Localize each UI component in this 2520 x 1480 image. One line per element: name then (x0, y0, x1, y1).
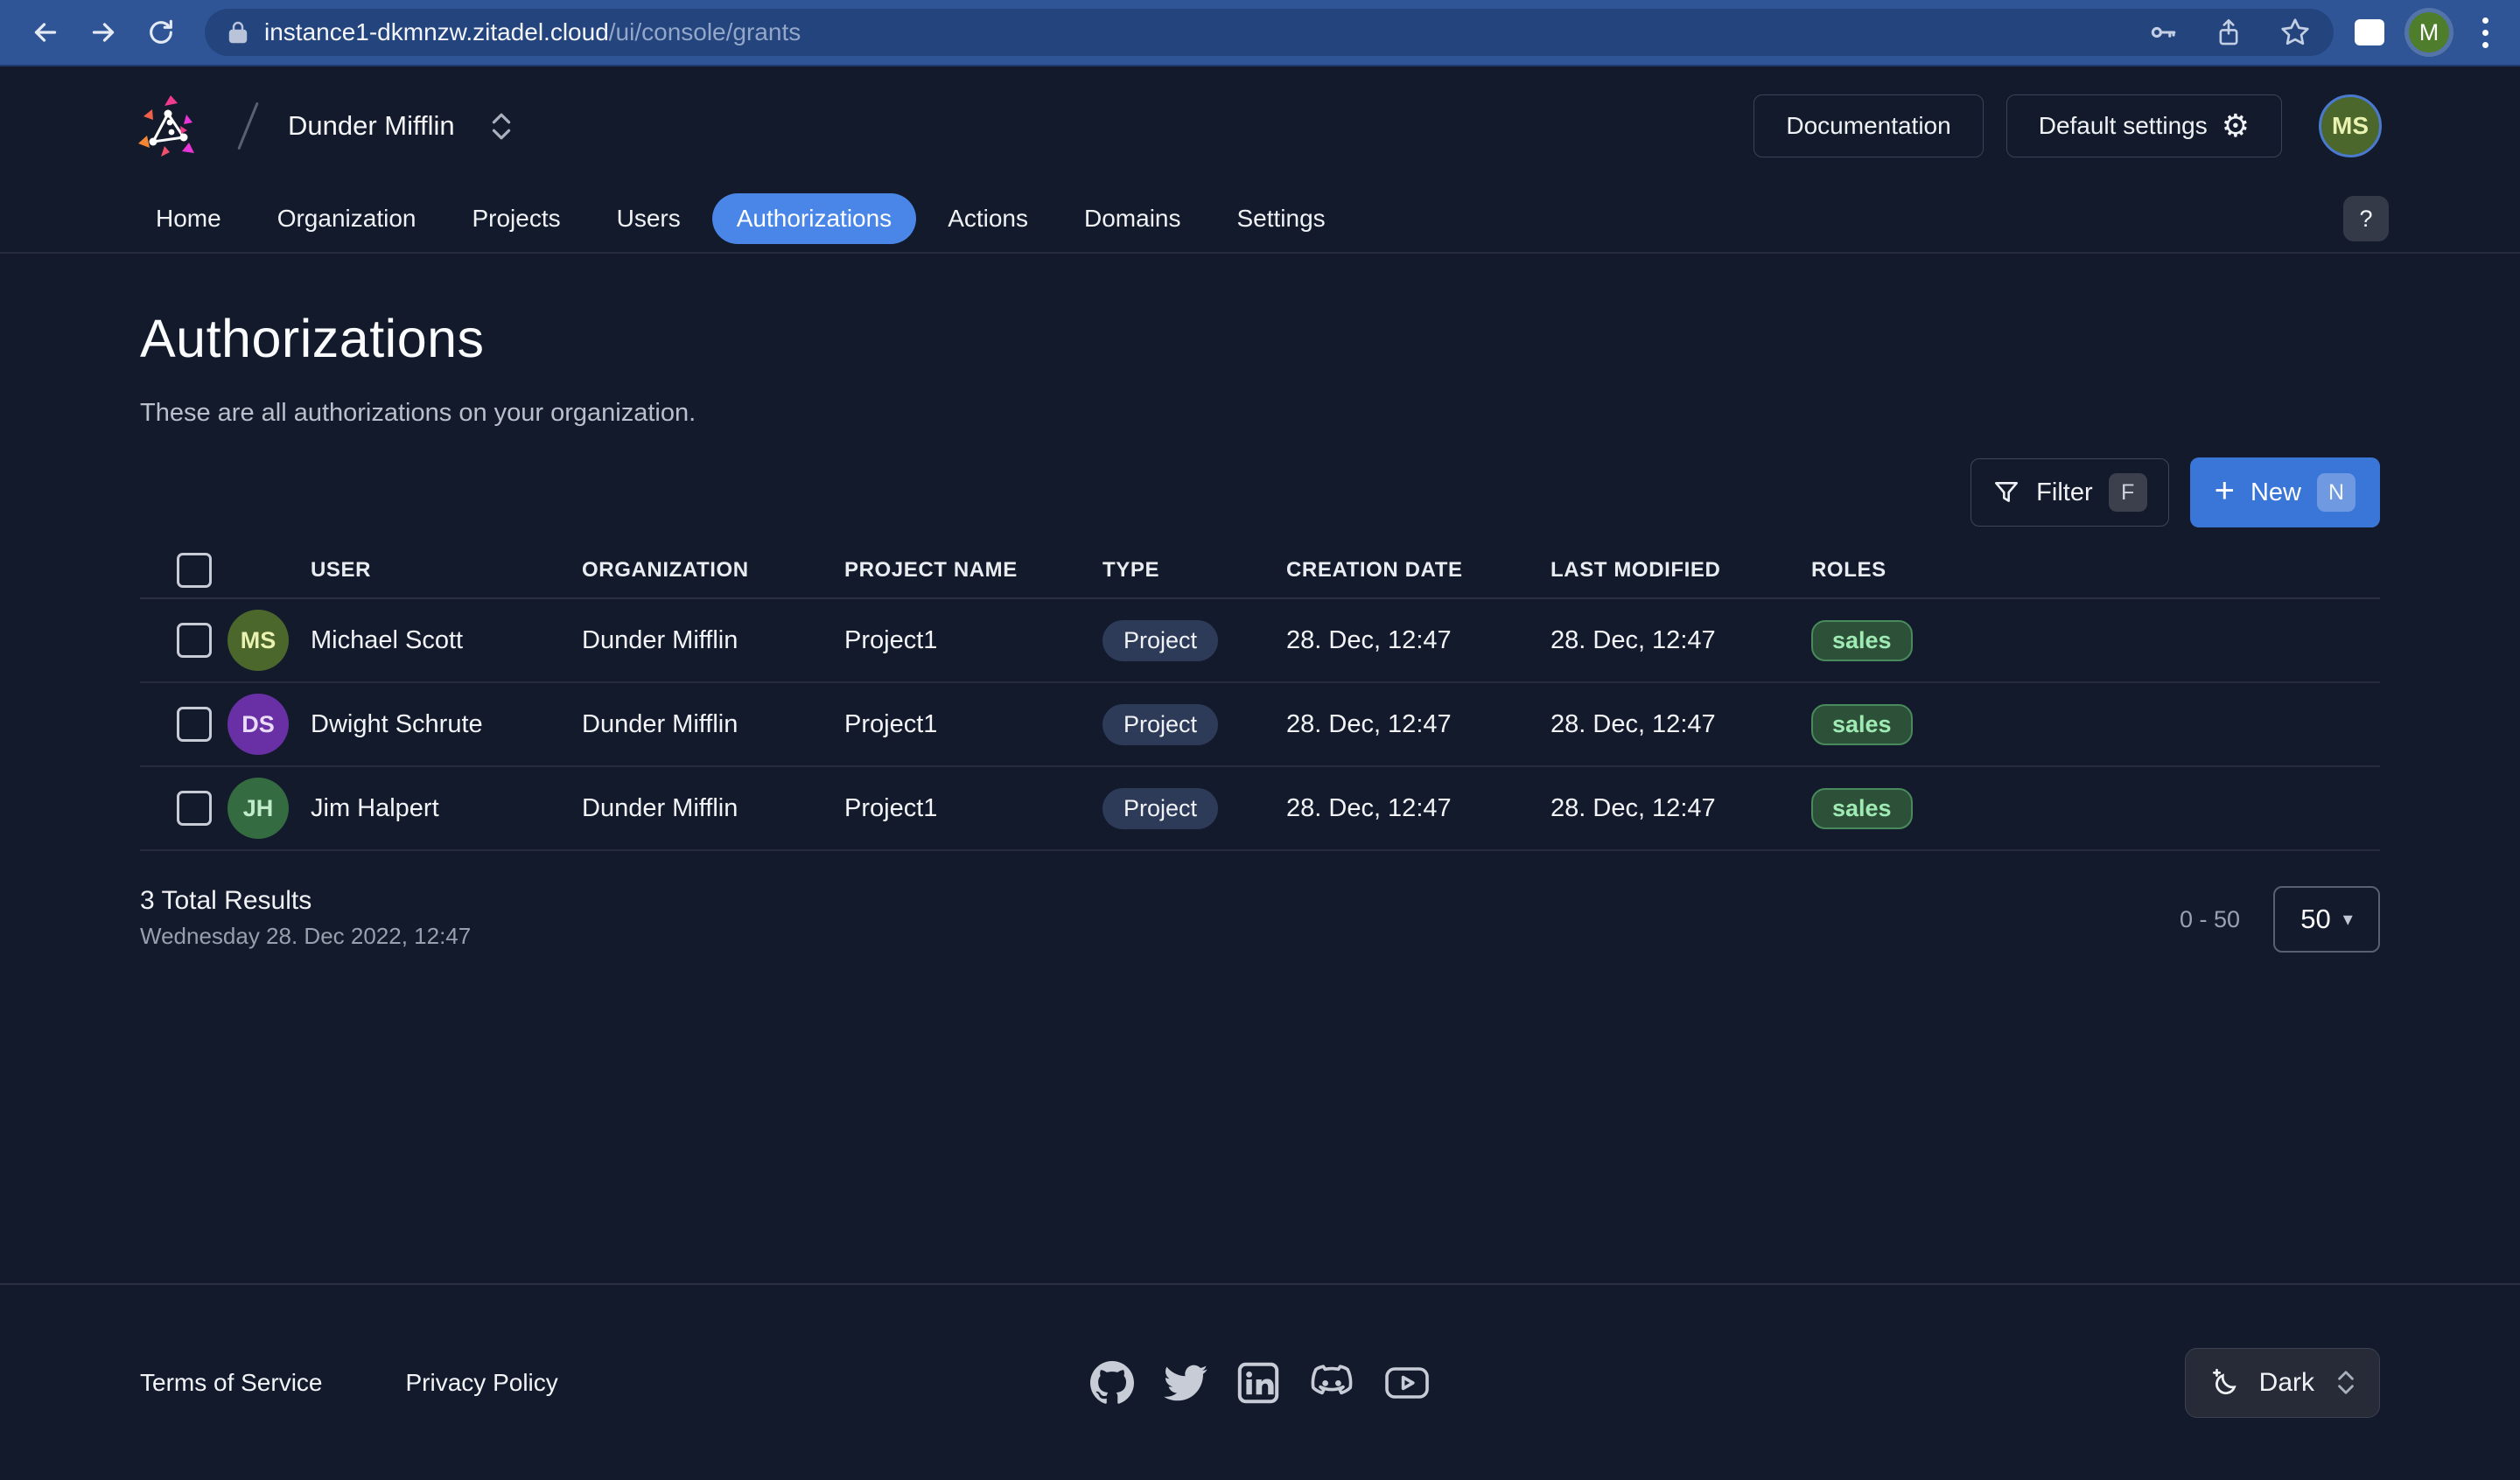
table-header-row: USER ORGANIZATION PROJECT NAME TYPE CREA… (140, 543, 2380, 599)
theme-selector[interactable]: Dark (2185, 1348, 2380, 1418)
breadcrumb-divider (237, 102, 259, 150)
col-creation-date: CREATION DATE (1286, 558, 1550, 583)
row-checkbox[interactable] (177, 791, 212, 826)
row-avatar: JH (228, 778, 289, 839)
default-settings-button[interactable]: Default settings ⚙ (2006, 94, 2282, 157)
bookmark-star-icon[interactable] (2279, 17, 2311, 48)
address-bar[interactable]: instance1-dkmnzw.zitadel.cloud/ui/consol… (205, 9, 2334, 56)
discord-icon[interactable] (1309, 1364, 1354, 1402)
col-organization: ORGANIZATION (582, 558, 844, 583)
app-header: Dunder Mifflin Documentation Default set… (0, 66, 2520, 185)
col-last-modified: LAST MODIFIED (1550, 558, 1811, 583)
org-switcher-icon[interactable] (490, 112, 513, 141)
table-row[interactable]: DS Dwight Schrute Dunder Mifflin Project… (140, 683, 2380, 767)
col-user: USER (311, 558, 582, 583)
nav-tab-organization[interactable]: Organization (253, 193, 441, 244)
cell-user: Jim Halpert (311, 794, 582, 823)
github-icon[interactable] (1090, 1361, 1134, 1405)
col-project-name: PROJECT NAME (844, 558, 1102, 583)
col-roles: ROLES (1811, 558, 2380, 583)
new-button[interactable]: + New N (2190, 457, 2380, 527)
nav-tab-users[interactable]: Users (592, 193, 705, 244)
nav-tab-home[interactable]: Home (131, 193, 246, 244)
help-button[interactable]: ? (2343, 196, 2389, 241)
results-timestamp: Wednesday 28. Dec 2022, 12:47 (140, 923, 471, 950)
social-links (1090, 1361, 1430, 1405)
main-nav: HomeOrganizationProjectsUsersAuthorizati… (0, 185, 2520, 254)
row-avatar: DS (228, 694, 289, 755)
cell-creation-date: 28. Dec, 12:47 (1286, 710, 1550, 739)
footer-link[interactable]: Privacy Policy (406, 1369, 558, 1397)
moon-icon (2208, 1366, 2242, 1400)
nav-tab-settings[interactable]: Settings (1213, 193, 1350, 244)
gear-icon: ⚙ (2222, 110, 2250, 142)
cell-project-name: Project1 (844, 710, 1102, 739)
cell-project-name: Project1 (844, 794, 1102, 823)
nav-tab-actions[interactable]: Actions (923, 193, 1053, 244)
nav-tab-authorizations[interactable]: Authorizations (712, 193, 916, 244)
browser-toolbar: instance1-dkmnzw.zitadel.cloud/ui/consol… (0, 0, 2520, 66)
cell-last-modified: 28. Dec, 12:47 (1550, 626, 1811, 655)
url-host: instance1-dkmnzw.zitadel.cloud (264, 18, 609, 45)
cell-user: Michael Scott (311, 626, 582, 655)
nav-tab-projects[interactable]: Projects (447, 193, 584, 244)
forward-icon[interactable] (80, 10, 126, 55)
lock-icon (228, 20, 248, 45)
role-badge: sales (1811, 704, 1913, 745)
filter-funnel-icon (1992, 478, 2020, 506)
authorizations-table: USER ORGANIZATION PROJECT NAME TYPE CREA… (140, 543, 2380, 851)
cell-user: Dwight Schrute (311, 710, 582, 739)
documentation-button[interactable]: Documentation (1754, 94, 1983, 157)
table-row[interactable]: JH Jim Halpert Dunder Mifflin Project1 P… (140, 767, 2380, 851)
type-badge: Project (1102, 620, 1218, 661)
cell-last-modified: 28. Dec, 12:47 (1550, 710, 1811, 739)
reload-icon[interactable] (138, 10, 184, 55)
page-subtitle: These are all authorizations on your org… (140, 399, 2380, 428)
side-panel-icon[interactable] (2355, 19, 2384, 45)
youtube-icon[interactable] (1384, 1365, 1430, 1401)
cell-organization: Dunder Mifflin (582, 794, 844, 823)
type-badge: Project (1102, 704, 1218, 745)
page-size-select[interactable]: 50 ▾ (2273, 886, 2380, 953)
page-range: 0 - 50 (2180, 906, 2240, 933)
footer: Terms of Service Privacy Policy Dark (0, 1283, 2520, 1480)
filter-shortcut-badge: F (2109, 473, 2147, 512)
linkedin-icon[interactable] (1237, 1362, 1279, 1404)
row-checkbox[interactable] (177, 707, 212, 742)
url-path: /ui/console/grants (609, 18, 801, 45)
new-shortcut-badge: N (2317, 473, 2356, 512)
footer-link[interactable]: Terms of Service (140, 1369, 323, 1397)
browser-profile-avatar[interactable]: M (2409, 12, 2449, 52)
page-title: Authorizations (140, 308, 2380, 369)
theme-unfold-icon (2335, 1370, 2356, 1395)
cell-organization: Dunder Mifflin (582, 626, 844, 655)
total-results: 3 Total Results (140, 886, 471, 916)
browser-menu-icon[interactable] (2474, 17, 2497, 48)
row-avatar: MS (228, 610, 289, 671)
select-all-checkbox[interactable] (177, 553, 212, 588)
role-badge: sales (1811, 620, 1913, 661)
zitadel-logo-icon[interactable] (138, 94, 201, 158)
cell-creation-date: 28. Dec, 12:47 (1286, 626, 1550, 655)
org-name[interactable]: Dunder Mifflin (288, 110, 455, 142)
back-icon[interactable] (23, 10, 68, 55)
role-badge: sales (1811, 788, 1913, 829)
filter-button[interactable]: Filter F (1970, 458, 2168, 527)
user-avatar[interactable]: MS (2319, 94, 2382, 157)
key-icon[interactable] (2148, 17, 2178, 47)
type-badge: Project (1102, 788, 1218, 829)
table-row[interactable]: MS Michael Scott Dunder Mifflin Project1… (140, 599, 2380, 683)
cell-organization: Dunder Mifflin (582, 710, 844, 739)
share-icon[interactable] (2215, 17, 2243, 47)
row-checkbox[interactable] (177, 623, 212, 658)
cell-last-modified: 28. Dec, 12:47 (1550, 794, 1811, 823)
dropdown-caret-icon: ▾ (2343, 908, 2353, 931)
twitter-icon[interactable] (1164, 1364, 1208, 1402)
nav-tab-domains[interactable]: Domains (1060, 193, 1205, 244)
cell-project-name: Project1 (844, 626, 1102, 655)
cell-creation-date: 28. Dec, 12:47 (1286, 794, 1550, 823)
col-type: TYPE (1102, 558, 1286, 583)
